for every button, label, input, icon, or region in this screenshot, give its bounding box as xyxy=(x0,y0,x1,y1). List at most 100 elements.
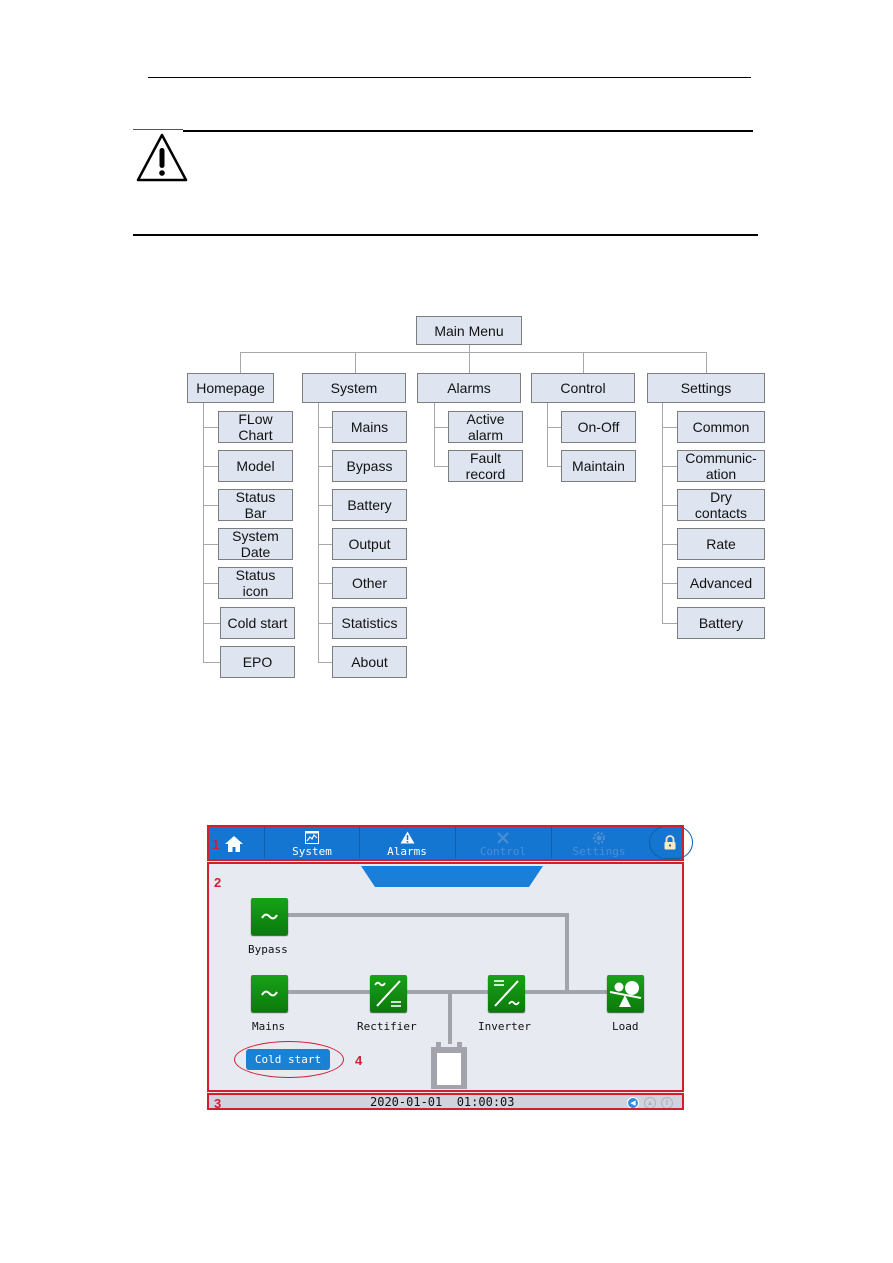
tree-node-label: FLow Chart xyxy=(238,411,273,443)
tree-connector xyxy=(662,544,677,546)
tree-connector xyxy=(662,583,677,585)
tree-node-label: Status Bar xyxy=(235,489,276,522)
tree-node: Statistics xyxy=(332,606,407,639)
header-rule xyxy=(148,77,751,78)
tree-node: System Date xyxy=(218,528,293,561)
tree-node-label: System Date xyxy=(232,528,279,561)
tree-node: Mains xyxy=(332,411,407,443)
tree-node-label: Other xyxy=(351,575,387,592)
tree-connector xyxy=(318,466,332,468)
annotation-box-2 xyxy=(207,862,684,1092)
tree-branch-label: System xyxy=(330,380,378,396)
tree-branch-system: System xyxy=(302,373,406,403)
tree-node-label: Battery xyxy=(347,497,392,514)
annotation-box-3 xyxy=(207,1093,684,1110)
tree-node-label: On-Off xyxy=(577,419,620,435)
tree-connector xyxy=(355,352,356,374)
annotation-label-4: 4 xyxy=(355,1053,363,1068)
tree-connector xyxy=(318,544,332,546)
tree-node-label: Fault record xyxy=(465,450,506,483)
tree-connector xyxy=(706,352,707,374)
tree-node-label: Output xyxy=(348,536,391,553)
tree-node: Other xyxy=(332,567,407,600)
tree-connector xyxy=(547,403,548,467)
tree-connector xyxy=(318,505,332,507)
tree-node: On-Off xyxy=(561,411,636,443)
tree-node-label: Model xyxy=(236,458,275,475)
tree-node: Battery xyxy=(332,489,407,522)
tree-branch-label: Control xyxy=(560,380,606,396)
tree-connector xyxy=(434,427,448,428)
tree-node: Common xyxy=(677,411,765,443)
tree-node: Maintain xyxy=(561,450,636,483)
tree-node-label: Common xyxy=(692,419,750,435)
tree-node: Bypass xyxy=(332,450,407,483)
tree-node-label: Statistics xyxy=(341,614,398,631)
tree-node: Dry contacts xyxy=(677,489,765,522)
tree-node: Model xyxy=(218,450,293,483)
tree-connector xyxy=(318,622,332,624)
tree-node-label: Rate xyxy=(706,536,736,553)
warning-triangle-icon xyxy=(136,133,188,182)
tree-root-label: Main Menu xyxy=(434,322,504,339)
tree-node: Status icon xyxy=(218,567,293,600)
tree-connector xyxy=(203,466,218,468)
annotation-label-2: 2 xyxy=(214,875,222,890)
tree-node: Fault record xyxy=(448,450,523,483)
tree-connector xyxy=(469,352,470,374)
tree-branch-label: Homepage xyxy=(196,380,265,396)
tree-node-label: Cold start xyxy=(227,614,288,631)
tree-connector xyxy=(203,505,218,507)
tree-node-label: Bypass xyxy=(346,458,393,475)
tree-node-label: Communic- ation xyxy=(685,450,757,483)
tree-node-label: EPO xyxy=(242,653,273,670)
tree-node-label: Active alarm xyxy=(466,411,505,443)
tree-connector xyxy=(203,427,218,428)
tree-connector xyxy=(662,505,677,507)
tree-node: Output xyxy=(332,528,407,561)
tree-connector xyxy=(662,622,677,624)
tree-connector xyxy=(318,661,332,663)
tree-branch-settings: Settings xyxy=(647,373,765,403)
warning-bottom-rule xyxy=(133,234,758,236)
tree-branch-homepage: Homepage xyxy=(187,373,274,403)
tree-node: Rate xyxy=(677,528,765,561)
tree-connector xyxy=(318,583,332,585)
tree-node: Advanced xyxy=(677,567,765,600)
tree-connector xyxy=(318,427,332,428)
tree-node-label: Mains xyxy=(350,419,389,435)
tree-branch-label: Settings xyxy=(680,380,732,396)
tree-branch-control: Control xyxy=(531,373,635,403)
tree-node-label: Advanced xyxy=(689,575,753,592)
tree-node: Communic- ation xyxy=(677,450,765,483)
tree-connector xyxy=(547,466,561,468)
tree-connector xyxy=(240,352,706,353)
tree-connector xyxy=(583,352,584,374)
annotation-box-1 xyxy=(207,825,684,861)
annotation-label-3: 3 xyxy=(214,1096,222,1111)
tree-connector xyxy=(662,403,663,623)
tree-connector xyxy=(434,403,435,467)
tree-connector xyxy=(547,427,561,428)
tree-node: Cold start xyxy=(220,606,295,639)
tree-connector xyxy=(203,583,218,585)
tree-node: FLow Chart xyxy=(218,411,293,443)
tree-node-label: Battery xyxy=(698,614,744,631)
tree-connector xyxy=(662,427,677,428)
tree-node: Battery xyxy=(677,606,765,639)
tree-connector xyxy=(203,544,218,546)
warning-top-rule xyxy=(183,130,753,132)
tree-connector xyxy=(434,466,448,468)
annotation-label-1: 1 xyxy=(212,837,220,852)
warning-top-rule-short xyxy=(133,129,183,130)
tree-branch-label: Alarms xyxy=(447,380,491,396)
tree-connector xyxy=(203,661,220,663)
tree-connector xyxy=(240,352,241,374)
tree-branch-alarms: Alarms xyxy=(417,373,521,403)
tree-node: Active alarm xyxy=(448,411,523,443)
tree-node: Status Bar xyxy=(218,489,293,522)
tree-node: EPO xyxy=(220,645,295,678)
tree-node-label: About xyxy=(351,653,388,670)
tree-root: Main Menu xyxy=(416,316,522,345)
tree-node-label: Maintain xyxy=(572,458,625,475)
